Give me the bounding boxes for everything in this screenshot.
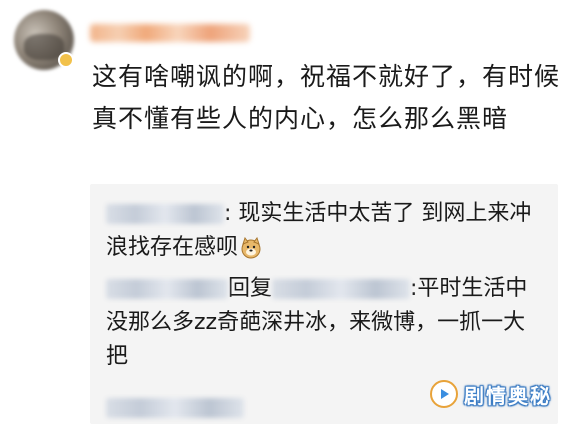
comment-text: 这有啥嘲讽的啊，祝福不就好了，有时候真不懂有些人的内心，怎么那么黑暗 bbox=[92, 62, 561, 133]
watermark-text: 剧情奥秘 bbox=[464, 383, 552, 408]
reply-author-blurred[interactable] bbox=[106, 279, 228, 299]
verified-badge-icon bbox=[58, 52, 74, 68]
play-logo-icon bbox=[430, 380, 458, 408]
reply-item-1[interactable]: : 现实生活中太苦了 到网上来冲浪找存在感呗 bbox=[106, 197, 546, 265]
screenshot-root: 这有啥嘲讽的啊，祝福不就好了，有时候真不懂有些人的内心，怎么那么黑暗 : 现实生… bbox=[0, 0, 574, 424]
reply-author-blurred[interactable] bbox=[106, 204, 224, 224]
reply-target-blurred[interactable] bbox=[272, 279, 411, 299]
reply-item-2[interactable]: 回复:平时生活中没那么多zz奇葩深井冰，来微博，一抓一大把 bbox=[106, 272, 546, 374]
doge-icon bbox=[241, 237, 261, 259]
reply-author-blurred[interactable] bbox=[106, 398, 244, 418]
watermark: 剧情奥秘 bbox=[430, 378, 552, 410]
reply-word: 回复 bbox=[228, 276, 273, 301]
username-blurred[interactable] bbox=[90, 24, 250, 42]
